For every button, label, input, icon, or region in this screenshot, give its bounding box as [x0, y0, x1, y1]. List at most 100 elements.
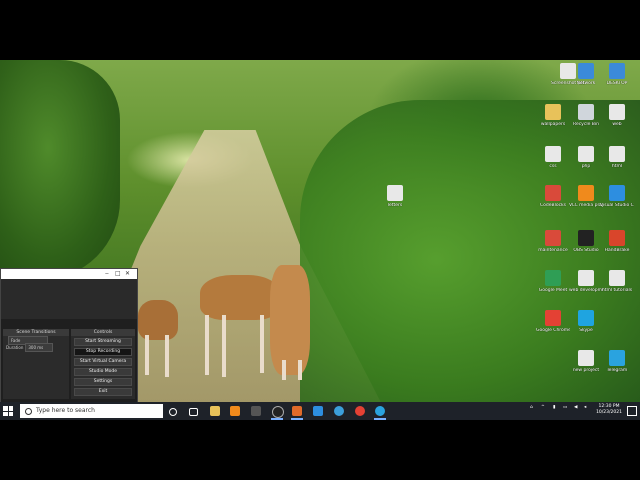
start-virtual-camera-button[interactable]: Start Virtual Camera — [74, 358, 132, 366]
desktop-icon[interactable]: Google Chrome — [536, 310, 570, 333]
obs-taskbar-icon[interactable] — [272, 406, 284, 418]
file-icon — [545, 146, 561, 162]
task-view-icon[interactable] — [189, 408, 198, 416]
desktop-icon[interactable]: css — [536, 146, 570, 169]
file-explorer-icon[interactable] — [210, 406, 220, 416]
desktop-icon[interactable]: maintenance — [536, 230, 570, 253]
desktop-icon[interactable]: html tutorials — [600, 270, 634, 293]
desktop-icon[interactable]: Google Meet — [536, 270, 570, 293]
studio-mode-button[interactable]: Studio Mode — [74, 368, 132, 376]
volume-icon[interactable]: ◀ — [574, 405, 577, 410]
duration-field: Duration 300 ms — [3, 343, 69, 352]
desktop-icon[interactable]: web development — [569, 270, 603, 293]
file-icon — [578, 350, 594, 366]
desktop-icon-label: CodeBlocks — [539, 203, 567, 208]
file-icon — [609, 146, 625, 162]
deer — [138, 300, 178, 340]
desktop-icon-label: OBS Studio — [573, 248, 599, 253]
panel-header: Scene Transitions — [3, 329, 69, 336]
desktop-icon[interactable]: DESKTOP — [600, 63, 634, 86]
deer-leg — [260, 315, 264, 373]
desktop-icon[interactable]: Recycle Bin — [569, 104, 603, 127]
telegram-icon — [609, 350, 625, 366]
desktop-icon[interactable]: Network — [569, 63, 603, 86]
desktop-icon[interactable]: php — [569, 146, 603, 169]
vscode-taskbar-icon[interactable] — [313, 406, 323, 416]
taskbar: Type here to search ⌂ ^ ▮ ▭ ◀ ◂ 12:30 PM… — [0, 402, 640, 420]
file-icon — [609, 270, 625, 286]
active-indicator — [271, 418, 283, 420]
file-icon — [578, 146, 594, 162]
close-icon[interactable]: ✕ — [125, 270, 130, 278]
search-box[interactable]: Type here to search — [20, 404, 163, 418]
chevron-up-icon[interactable]: ^ — [541, 405, 545, 410]
vlc-taskbar-icon[interactable] — [230, 406, 240, 416]
chrome-icon — [545, 310, 561, 326]
edge-taskbar-icon[interactable] — [334, 406, 344, 416]
settings-button[interactable]: Settings — [74, 378, 132, 386]
duration-label: Duration — [6, 345, 24, 350]
chrome-taskbar-icon[interactable] — [355, 406, 365, 416]
desktop-icon[interactable]: HandBrake — [600, 230, 634, 253]
desktop-icon[interactable]: VLC media player — [569, 185, 603, 208]
duration-input[interactable]: 300 ms — [25, 343, 54, 352]
file-icon — [578, 270, 594, 286]
app-taskbar-icon[interactable] — [251, 406, 261, 416]
sublime-taskbar-icon[interactable] — [292, 406, 302, 416]
search-placeholder: Type here to search — [36, 407, 95, 414]
cortana-icon[interactable] — [169, 408, 177, 416]
desktop-icon[interactable]: CodeBlocks — [536, 185, 570, 208]
search-icon — [25, 408, 32, 415]
desktop-icon[interactable]: OBS Studio — [569, 230, 603, 253]
desktop-icon-label: Network — [576, 81, 596, 86]
transition-select[interactable]: Fade — [3, 336, 69, 345]
desktop-icon-label: DESKTOP — [606, 81, 628, 86]
vscode-icon — [609, 185, 625, 201]
notification-icon[interactable] — [627, 406, 637, 416]
vlc-icon — [578, 185, 594, 201]
controls-panel: Controls Start Streaming Stop Recording … — [71, 329, 135, 399]
stop-recording-button[interactable]: Stop Recording — [74, 348, 132, 356]
desktop-icon[interactable]: html — [600, 146, 634, 169]
handbrake-icon — [609, 230, 625, 246]
exit-button[interactable]: Exit — [74, 388, 132, 396]
obs-icon — [578, 230, 594, 246]
windows-start-icon[interactable] — [3, 406, 13, 416]
language-icon[interactable]: ◂ — [584, 405, 586, 410]
desktop-icon-label: new project — [572, 368, 600, 373]
scene-transitions-panel: Scene Transitions Fade Duration 300 ms — [3, 329, 69, 399]
clock[interactable]: 12:30 PM 10/23/2021 — [596, 404, 622, 416]
desktop-icon-label: Google Chrome — [536, 328, 570, 333]
file-icon — [545, 230, 561, 246]
skype-icon — [578, 310, 594, 326]
foliage-left — [0, 60, 120, 280]
app-taskbar-icon[interactable] — [375, 406, 385, 416]
desktop-icon-label: Recycle Bin — [573, 122, 599, 127]
desktop-icon[interactable]: letters — [378, 185, 412, 208]
desktop-icon[interactable]: Visual Studio Code — [600, 185, 634, 208]
obs-studio-window[interactable]: ‒ □ ✕ Scene Transitions Fade Duration 300… — [0, 268, 138, 410]
active-indicator — [291, 418, 303, 420]
desktop-icon[interactable]: Telegram — [600, 350, 634, 373]
desktop-icon[interactable]: wallpapers — [536, 104, 570, 127]
folder-icon — [609, 63, 625, 79]
panel-header: Controls — [71, 329, 135, 336]
battery-icon[interactable]: ▮ — [553, 405, 555, 410]
desktop-icon[interactable]: new project — [569, 350, 603, 373]
desktop-icon-label: html tutorials — [601, 288, 633, 293]
start-streaming-button[interactable]: Start Streaming — [74, 338, 132, 346]
deer — [270, 265, 310, 375]
desktop-icon[interactable]: web — [600, 104, 634, 127]
file-icon — [609, 104, 625, 120]
minimize-icon[interactable]: ‒ — [105, 270, 109, 278]
text-file-icon — [387, 185, 403, 201]
desktop-icon[interactable]: Skype — [569, 310, 603, 333]
window-titlebar[interactable]: ‒ □ ✕ — [1, 269, 137, 279]
deer — [200, 275, 280, 320]
maximize-icon[interactable]: □ — [115, 270, 121, 278]
deer-leg — [205, 315, 209, 375]
preview-area — [1, 279, 137, 319]
people-icon[interactable]: ⌂ — [530, 405, 533, 410]
desktop-icon-label: wallpapers — [540, 122, 566, 127]
network-icon[interactable]: ▭ — [563, 405, 567, 410]
